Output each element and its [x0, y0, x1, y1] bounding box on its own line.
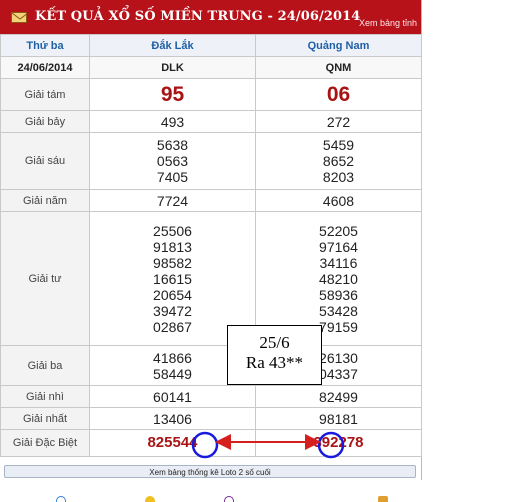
draw-date: 24/06/2014: [0, 56, 90, 79]
prize-number: 06: [326, 82, 351, 106]
view-province-table-link[interactable]: Xem bảng tỉnh: [359, 18, 417, 28]
prize-number: 98181: [319, 410, 358, 427]
prize-numbers-daklak: 5638 0563 7405: [89, 132, 256, 190]
prize-number: 58936: [319, 286, 358, 303]
prize-number: 91813: [153, 238, 192, 255]
prize-row-6: Giải sáu 5638 0563 7405 5459 8652 8203: [0, 132, 422, 190]
weekday-header: Thứ ba: [0, 34, 90, 57]
prize-number: 25506: [153, 222, 192, 239]
folder-icon[interactable]: [378, 496, 388, 502]
mail-icon: [11, 12, 27, 23]
prize-row-special: Giải Đặc Biệt 825544 392278: [0, 429, 422, 457]
province-header-daklak[interactable]: Đắk Lắk: [89, 34, 256, 57]
prize-number: 16615: [153, 270, 192, 287]
prize-numbers-daklak: 95: [89, 78, 256, 111]
prize-label: Giải sáu: [0, 132, 90, 190]
prize-number: 48210: [319, 270, 358, 287]
prize-number: 5459: [322, 137, 355, 153]
province-code-daklak: DLK: [89, 56, 256, 79]
date-code-row: 24/06/2014 DLK QNM: [0, 56, 422, 79]
prize-numbers-quangnam: 4608: [255, 189, 422, 212]
annotation-line-2: Ra 43**: [245, 353, 304, 372]
prize-row-2: Giải nhì 60141 82499: [0, 385, 422, 408]
province-header-quangnam[interactable]: Quảng Nam: [255, 34, 422, 57]
prize-number: 8652: [322, 153, 355, 169]
prize-numbers-quangnam: 392278: [255, 429, 422, 457]
panel-header: KẾT QUẢ XỔ SỐ MIỀN TRUNG - 24/06/2014 Xe…: [0, 0, 421, 34]
prize-numbers-daklak: 825544: [89, 429, 256, 457]
prize-number: 52205: [319, 222, 358, 239]
prize-numbers-quangnam: 5459 8652 8203: [255, 132, 422, 190]
prize-row-7: Giải bảy 493 272: [0, 110, 422, 133]
annotation-box: 25/6 Ra 43**: [227, 325, 322, 385]
star-icon[interactable]: [145, 496, 155, 502]
prize-numbers-quangnam: 06: [255, 78, 422, 111]
prize-numbers-daklak: 493: [89, 110, 256, 133]
prize-number: 493: [160, 113, 185, 130]
prize-row-1: Giải nhất 13406 98181: [0, 407, 422, 430]
prize-number: 4608: [322, 192, 355, 209]
prize-numbers-daklak: 60141: [89, 385, 256, 408]
prize-label: Giải tám: [0, 78, 90, 111]
prize-number: 20654: [153, 286, 192, 303]
prize-label: Giải bảy: [0, 110, 90, 133]
prize-label: Giải tư: [0, 211, 90, 346]
partial-toolbar-row: [0, 486, 421, 502]
prize-number: 8203: [322, 169, 355, 185]
loto-stats-button[interactable]: Xem bảng thống kê Loto 2 số cuối: [4, 465, 416, 478]
prize-row-5: Giải năm 7724 4608: [0, 189, 422, 212]
panel-title: KẾT QUẢ XỔ SỐ MIỀN TRUNG - 24/06/2014: [35, 9, 361, 24]
prize-numbers-quangnam: 82499: [255, 385, 422, 408]
prize-numbers-daklak: 13406: [89, 407, 256, 430]
share-icon[interactable]: [56, 496, 66, 502]
prize-row-4: Giải tư 25506 91813 98582 16615 20654 39…: [0, 211, 422, 346]
annotation-line-1: 25/6: [259, 333, 290, 352]
prize-number: 5638: [156, 137, 189, 153]
results-table: Thứ ba Đắk Lắk Quảng Nam 24/06/2014 DLK …: [0, 34, 422, 457]
results-panel: KẾT QUẢ XỔ SỐ MIỀN TRUNG - 24/06/2014 Xe…: [0, 0, 422, 502]
prize-label: Giải ba: [0, 345, 90, 386]
prize-number: 60141: [153, 388, 192, 405]
prize-number: 39472: [153, 302, 192, 319]
special-prize-number: 392278: [313, 434, 364, 451]
prize-number: 95: [160, 82, 185, 106]
prize-numbers-quangnam: 272: [255, 110, 422, 133]
prize-row-3: Giải ba 41866 58449 26130 04337: [0, 345, 422, 386]
province-code-quangnam: QNM: [255, 56, 422, 79]
prize-number: 13406: [153, 410, 192, 427]
prize-number: 7405: [156, 169, 189, 185]
prize-label: Giải năm: [0, 189, 90, 212]
prize-label: Giải nhì: [0, 385, 90, 408]
prize-number: 7724: [156, 192, 189, 209]
prize-number: 34116: [319, 254, 358, 271]
prize-number: 82499: [319, 388, 358, 405]
special-prize-number: 825544: [147, 434, 198, 451]
prize-number: 53428: [319, 302, 358, 319]
prize-number: 272: [326, 113, 351, 130]
table-header-row: Thứ ba Đắk Lắk Quảng Nam: [0, 34, 422, 57]
prize-number: 97164: [319, 238, 358, 255]
prize-row-8: Giải tám 95 06: [0, 78, 422, 111]
prize-number: 98582: [153, 254, 192, 271]
prize-label: Giải nhất: [0, 407, 90, 430]
prize-numbers-daklak: 7724: [89, 189, 256, 212]
prize-number: 0563: [156, 153, 189, 169]
prize-numbers-quangnam: 98181: [255, 407, 422, 430]
prize-label: Giải Đặc Biệt: [0, 429, 90, 457]
clock-icon[interactable]: [224, 496, 234, 502]
